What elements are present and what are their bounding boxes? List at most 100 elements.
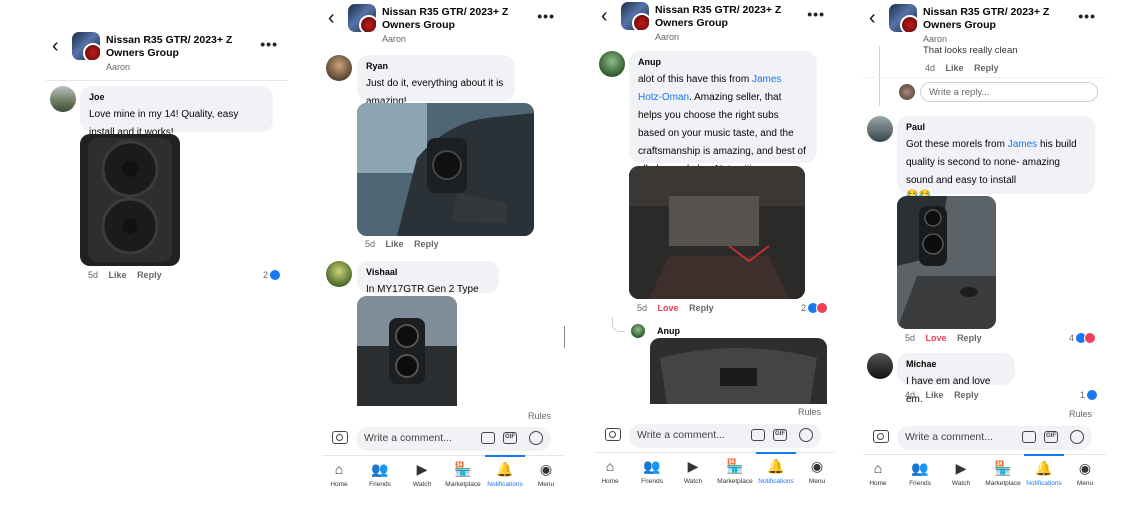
nav-home[interactable]: ⌂ Home: [322, 458, 361, 488]
camera-icon[interactable]: [605, 428, 621, 441]
more-dots-icon[interactable]: •••: [537, 8, 555, 24]
like-action[interactable]: Like: [926, 390, 944, 400]
gif-icon[interactable]: GIF: [503, 432, 517, 444]
nav-notifications[interactable]: 🔔 Notifications: [483, 455, 527, 488]
comment-photo[interactable]: [80, 134, 180, 266]
comment-photo[interactable]: [357, 296, 457, 406]
back-arrow-icon[interactable]: ‹: [328, 8, 335, 28]
nav-menu[interactable]: ◉ Menu: [524, 458, 565, 488]
avatar[interactable]: [867, 353, 893, 379]
like-action[interactable]: Like: [386, 239, 404, 249]
reply-input[interactable]: Write a reply...: [920, 82, 1098, 102]
rules-link[interactable]: Rules: [1069, 409, 1092, 419]
like-reaction-icon: [269, 269, 282, 281]
camera-icon[interactable]: [873, 430, 889, 443]
comment-author[interactable]: Paul: [906, 122, 1086, 132]
gif-icon[interactable]: GIF: [1044, 431, 1058, 443]
reaction-count[interactable]: 4: [1069, 332, 1097, 344]
nav-watch[interactable]: ▶ Watch: [939, 457, 983, 487]
emoji-icon[interactable]: [799, 428, 813, 442]
like-action[interactable]: Like: [946, 63, 964, 73]
sticker-icon[interactable]: [751, 429, 765, 441]
more-dots-icon[interactable]: •••: [1078, 8, 1096, 24]
reaction-count[interactable]: 1: [1080, 389, 1099, 401]
group-avatar[interactable]: [621, 2, 649, 30]
nav-menu[interactable]: ◉ Menu: [795, 455, 835, 485]
comment-author[interactable]: Joe: [89, 92, 264, 102]
comment-placeholder: Write a comment...: [905, 431, 993, 443]
comment-photo[interactable]: [629, 166, 805, 299]
nav-friends[interactable]: 👥 Friends: [898, 457, 942, 487]
love-action[interactable]: Love: [658, 303, 679, 313]
comment-input[interactable]: Write a comment... GIF: [356, 427, 551, 451]
like-action[interactable]: Like: [109, 270, 127, 280]
gif-icon[interactable]: GIF: [773, 429, 787, 441]
camera-icon[interactable]: [332, 431, 348, 444]
friends-icon: 👥: [371, 461, 389, 477]
phone-screen-2: ‹ Nissan R35 GTR/ 2023+ Z Owners Group A…: [322, 0, 565, 513]
avatar[interactable]: [50, 86, 76, 112]
reply-action[interactable]: Reply: [414, 239, 439, 249]
nav-notifications[interactable]: 🔔 Notifications: [1022, 454, 1066, 487]
nav-friends[interactable]: 👥 Friends: [358, 458, 402, 488]
nav-watch[interactable]: ▶ Watch: [671, 455, 715, 485]
more-dots-icon[interactable]: •••: [260, 36, 278, 52]
comment-photo[interactable]: [650, 338, 827, 404]
sticker-icon[interactable]: [481, 432, 495, 444]
group-title[interactable]: Nissan R35 GTR/ 2023+ Z Owners Group: [655, 4, 805, 30]
scrollbar[interactable]: [564, 326, 565, 348]
group-avatar[interactable]: [348, 4, 376, 32]
comment-photo[interactable]: [357, 103, 534, 236]
reply-action[interactable]: Reply: [954, 390, 979, 400]
avatar[interactable]: [599, 51, 625, 77]
comment-author[interactable]: Anup: [657, 326, 680, 336]
reaction-count[interactable]: 2: [801, 302, 829, 314]
group-title[interactable]: Nissan R35 GTR/ 2023+ Z Owners Group: [106, 34, 256, 60]
reply-action[interactable]: Reply: [137, 270, 162, 280]
emoji-icon[interactable]: [529, 431, 543, 445]
avatar[interactable]: [326, 55, 352, 81]
nav-home[interactable]: ⌂ Home: [863, 457, 900, 487]
nav-marketplace[interactable]: 🏪 Marketplace: [441, 458, 485, 488]
reply-action[interactable]: Reply: [689, 303, 714, 313]
rules-link[interactable]: Rules: [528, 411, 551, 421]
back-arrow-icon[interactable]: ‹: [52, 36, 59, 56]
avatar[interactable]: [326, 261, 352, 287]
comment-meta: 4d Like Reply: [925, 63, 1007, 73]
nav-watch[interactable]: ▶ Watch: [400, 458, 444, 488]
comment-author[interactable]: Michae: [906, 359, 1006, 369]
reply-action[interactable]: Reply: [957, 333, 982, 343]
nav-notifications[interactable]: 🔔 Notifications: [754, 452, 798, 485]
nav-friends[interactable]: 👥 Friends: [630, 455, 674, 485]
avatar[interactable]: [867, 116, 893, 142]
comment-placeholder: Write a comment...: [637, 429, 725, 441]
comment-author[interactable]: Ryan: [366, 61, 506, 71]
avatar[interactable]: [631, 324, 645, 338]
nav-home[interactable]: ⌂ Home: [595, 455, 632, 485]
back-arrow-icon[interactable]: ‹: [601, 6, 608, 26]
comment-input[interactable]: Write a comment... GIF: [629, 424, 821, 448]
back-arrow-icon[interactable]: ‹: [869, 8, 876, 28]
love-action[interactable]: Love: [926, 333, 947, 343]
nav-marketplace[interactable]: 🏪 Marketplace: [713, 455, 757, 485]
more-dots-icon[interactable]: •••: [807, 6, 825, 22]
reaction-count[interactable]: 2: [263, 269, 282, 281]
nav-marketplace[interactable]: 🏪 Marketplace: [981, 457, 1025, 487]
comment-photo[interactable]: [897, 196, 996, 329]
group-title[interactable]: Nissan R35 GTR/ 2023+ Z Owners Group: [382, 6, 532, 32]
group-title[interactable]: Nissan R35 GTR/ 2023+ Z Owners Group: [923, 6, 1073, 32]
rules-link[interactable]: Rules: [798, 407, 821, 417]
mention-link[interactable]: James: [1008, 139, 1037, 150]
group-avatar[interactable]: [889, 4, 917, 32]
emoji-icon[interactable]: [1070, 430, 1084, 444]
sticker-icon[interactable]: [1022, 431, 1036, 443]
comment-author[interactable]: Anup: [638, 57, 808, 67]
love-reaction-icon: [816, 302, 829, 314]
comment-author[interactable]: Vishaal: [366, 267, 490, 277]
avatar[interactable]: [899, 84, 915, 100]
comment-time: 5d: [365, 239, 376, 249]
comment-input[interactable]: Write a comment... GIF: [897, 426, 1092, 450]
reply-action[interactable]: Reply: [974, 63, 999, 73]
nav-menu[interactable]: ◉ Menu: [1063, 457, 1106, 487]
group-avatar[interactable]: [72, 32, 100, 60]
